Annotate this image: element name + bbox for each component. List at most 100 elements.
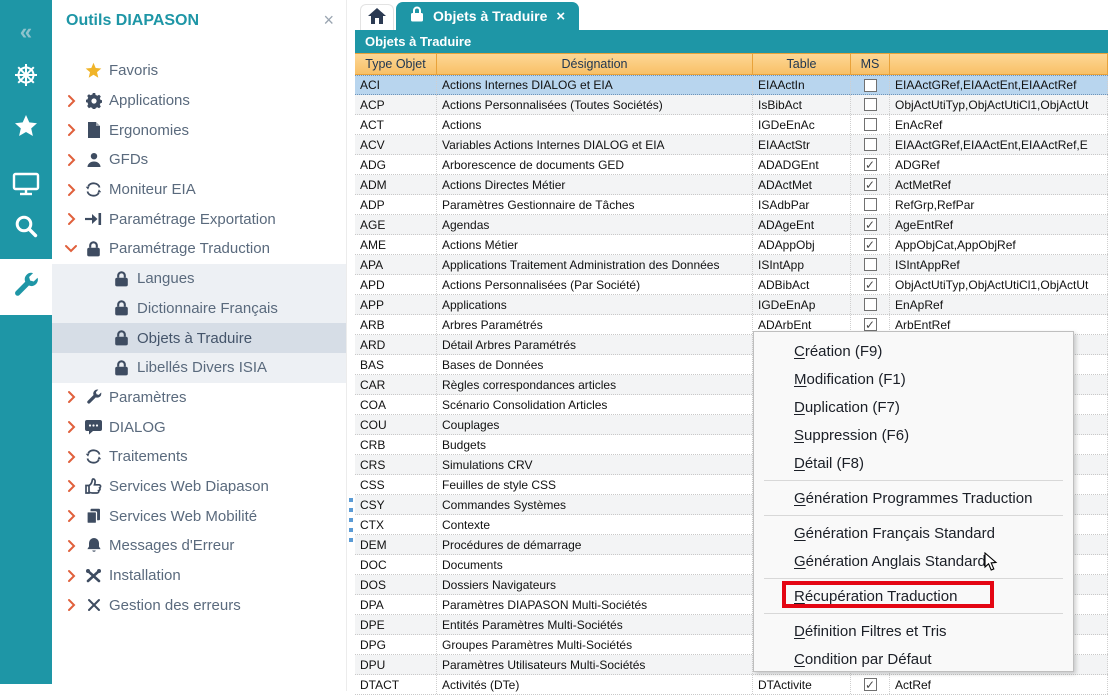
sidebar-item-traitements[interactable]: Traitements: [52, 442, 346, 472]
table-cell: IGDeEnAp: [753, 295, 851, 314]
sidebar-item-label: Paramétrage Traduction: [109, 240, 270, 257]
sidebar-item-applications[interactable]: Applications: [52, 86, 346, 116]
table-row-aci[interactable]: ACIActions Internes DIALOG et EIAEIAActI…: [355, 75, 1108, 95]
table-row-act[interactable]: ACTActionsIGDeEnAcEnAcRef: [355, 115, 1108, 135]
table-row-adp[interactable]: ADPParamètres Gestionnaire de TâchesISAd…: [355, 195, 1108, 215]
sidebar-item-libell-s-divers-isia[interactable]: Libellés Divers ISIA: [52, 353, 346, 383]
sidebar-item-langues[interactable]: Langues: [52, 264, 346, 294]
checkbox-unchecked-icon[interactable]: [864, 258, 877, 271]
checkbox-checked-icon[interactable]: ✓: [864, 178, 877, 191]
chevron-right-icon[interactable]: [63, 539, 79, 553]
sidebar-item-services-web-diapason[interactable]: Services Web Diapason: [52, 472, 346, 502]
table-cell: COA: [355, 395, 437, 414]
sidebar-item-messages-d-erreur[interactable]: Messages d'Erreur: [52, 531, 346, 561]
menu-item-d-finition-filtres-et-tris[interactable]: Définition Filtres et Tris: [754, 617, 1073, 645]
menu-item-suppression-f6-[interactable]: Suppression (F6): [754, 421, 1073, 449]
table-row-acp[interactable]: ACPActions Personnalisées (Toutes Sociét…: [355, 95, 1108, 115]
table-row-apa[interactable]: APAApplications Traitement Administratio…: [355, 255, 1108, 275]
table-cell: [851, 95, 890, 114]
menu-item-g-n-ration-fran-ais-standard[interactable]: Génération Français Standard: [754, 519, 1073, 547]
chevron-right-icon[interactable]: [63, 420, 79, 434]
column-header-ms[interactable]: MS: [851, 54, 890, 74]
tab-objets-a-traduire[interactable]: Objets à Traduire ×: [396, 2, 579, 30]
rail-monitor-button[interactable]: [0, 164, 52, 208]
home-tab[interactable]: [360, 4, 394, 31]
collapse-sidebar-button[interactable]: «: [0, 10, 52, 54]
sidebar-item-moniteur-eia[interactable]: Moniteur EIA: [52, 175, 346, 205]
menu-item-d-tail-f8-[interactable]: Détail (F8): [754, 449, 1073, 477]
sidebar-item-label: Traitements: [109, 448, 188, 465]
menu-item-g-n-ration-anglais-standard[interactable]: Génération Anglais Standard: [754, 547, 1073, 575]
checkbox-checked-icon[interactable]: ✓: [864, 318, 877, 331]
rail-tools-button[interactable]: [0, 259, 52, 315]
table-cell: EIAActGRef,EIAActEnt,EIAActRef: [890, 76, 1108, 94]
sidebar-item-dictionnaire-fran-ais[interactable]: Dictionnaire Français: [52, 294, 346, 324]
table-row-apd[interactable]: APDActions Personnalisées (Par Société)A…: [355, 275, 1108, 295]
sidebar-item-gfds[interactable]: GFDs: [52, 145, 346, 175]
sidebar-item-ergonomies[interactable]: Ergonomies: [52, 115, 346, 145]
rail-favorites-button[interactable]: [0, 106, 52, 150]
checkbox-unchecked-icon[interactable]: [864, 298, 877, 311]
column-header-extra[interactable]: [890, 54, 1108, 74]
table-row-acv[interactable]: ACVVariables Actions Internes DIALOG et …: [355, 135, 1108, 155]
column-header-d-signation[interactable]: Désignation: [437, 54, 753, 74]
checkbox-unchecked-icon[interactable]: [864, 79, 877, 92]
checkbox-unchecked-icon[interactable]: [864, 98, 877, 111]
sidebar-item-favoris[interactable]: Favoris: [52, 56, 346, 86]
star-icon: [13, 113, 39, 144]
checkbox-checked-icon[interactable]: ✓: [864, 278, 877, 291]
chevron-right-icon[interactable]: [63, 509, 79, 523]
table-cell: ARD: [355, 335, 437, 354]
close-icon[interactable]: ×: [323, 10, 334, 31]
refresh-icon: [85, 449, 102, 464]
menu-item-modification-f1-[interactable]: Modification (F1): [754, 365, 1073, 393]
chevron-right-icon[interactable]: [63, 153, 79, 167]
menu-item-duplication-f7-[interactable]: Duplication (F7): [754, 393, 1073, 421]
table-cell: ActRef: [890, 675, 1108, 694]
menu-item-r-cup-ration-traduction[interactable]: Récupération Traduction: [754, 582, 1073, 610]
chevron-right-icon[interactable]: [63, 479, 79, 493]
table-row-age[interactable]: AGEAgendasADAgeEnt✓AgeEntRef: [355, 215, 1108, 235]
table-row-adg[interactable]: ADGArborescence de documents GEDADADGEnt…: [355, 155, 1108, 175]
sidebar-item-objets-traduire[interactable]: Objets à Traduire: [52, 323, 346, 353]
sidebar-item-services-web-mobilit-[interactable]: Services Web Mobilité: [52, 501, 346, 531]
checkbox-unchecked-icon[interactable]: [864, 118, 877, 131]
menu-item-g-n-ration-programmes-traduction[interactable]: Génération Programmes Traduction: [754, 484, 1073, 512]
menu-item-condition-par-d-faut[interactable]: Condition par Défaut: [754, 645, 1073, 673]
chevron-right-icon[interactable]: [63, 569, 79, 583]
rail-wheel-button[interactable]: [0, 55, 52, 99]
table-row-dtact[interactable]: DTACTActivités (DTe)DTActivite✓ActRef: [355, 675, 1108, 695]
sidebar-item-param-trage-exportation[interactable]: Paramétrage Exportation: [52, 204, 346, 234]
rail-search-button[interactable]: [0, 206, 52, 250]
sidebar-item-label: Dictionnaire Français: [137, 300, 278, 317]
menu-item-cr-ation-f9-[interactable]: Création (F9): [754, 337, 1073, 365]
checkbox-unchecked-icon[interactable]: [864, 138, 877, 151]
column-header-table[interactable]: Table: [753, 54, 851, 74]
sidebar-item-gestion-des-erreurs[interactable]: Gestion des erreurs: [52, 590, 346, 620]
dialog-icon: [85, 420, 102, 435]
checkbox-checked-icon[interactable]: ✓: [864, 158, 877, 171]
sidebar-item-dialog[interactable]: DIALOG: [52, 412, 346, 442]
chevron-right-icon[interactable]: [63, 94, 79, 108]
chevron-right-icon[interactable]: [63, 123, 79, 137]
table-row-adm[interactable]: ADMActions Directes MétierADActMet✓ActMe…: [355, 175, 1108, 195]
sidebar-item-param-tres[interactable]: Paramètres: [52, 383, 346, 413]
checkbox-checked-icon[interactable]: ✓: [864, 218, 877, 231]
checkbox-unchecked-icon[interactable]: [864, 198, 877, 211]
table-cell: ADAgeEnt: [753, 215, 851, 234]
chevron-right-icon[interactable]: [63, 598, 79, 612]
table-row-app[interactable]: APPApplicationsIGDeEnApEnApRef: [355, 295, 1108, 315]
sidebar-item-installation[interactable]: Installation: [52, 561, 346, 591]
sidebar-item-label: Services Web Diapason: [109, 478, 269, 495]
column-header-type-objet[interactable]: Type Objet: [355, 54, 437, 74]
chevron-right-icon[interactable]: [63, 450, 79, 464]
chevron-right-icon[interactable]: [63, 183, 79, 197]
chevron-right-icon[interactable]: [63, 390, 79, 404]
table-row-ame[interactable]: AMEActions MétierADAppObj✓AppObjCat,AppO…: [355, 235, 1108, 255]
checkbox-checked-icon[interactable]: ✓: [864, 678, 877, 691]
checkbox-checked-icon[interactable]: ✓: [864, 238, 877, 251]
tab-close-icon[interactable]: ×: [556, 9, 565, 24]
chevron-down-icon[interactable]: [63, 244, 79, 253]
chevron-right-icon[interactable]: [63, 212, 79, 226]
sidebar-item-param-trage-traduction[interactable]: Paramétrage Traduction: [52, 234, 346, 264]
